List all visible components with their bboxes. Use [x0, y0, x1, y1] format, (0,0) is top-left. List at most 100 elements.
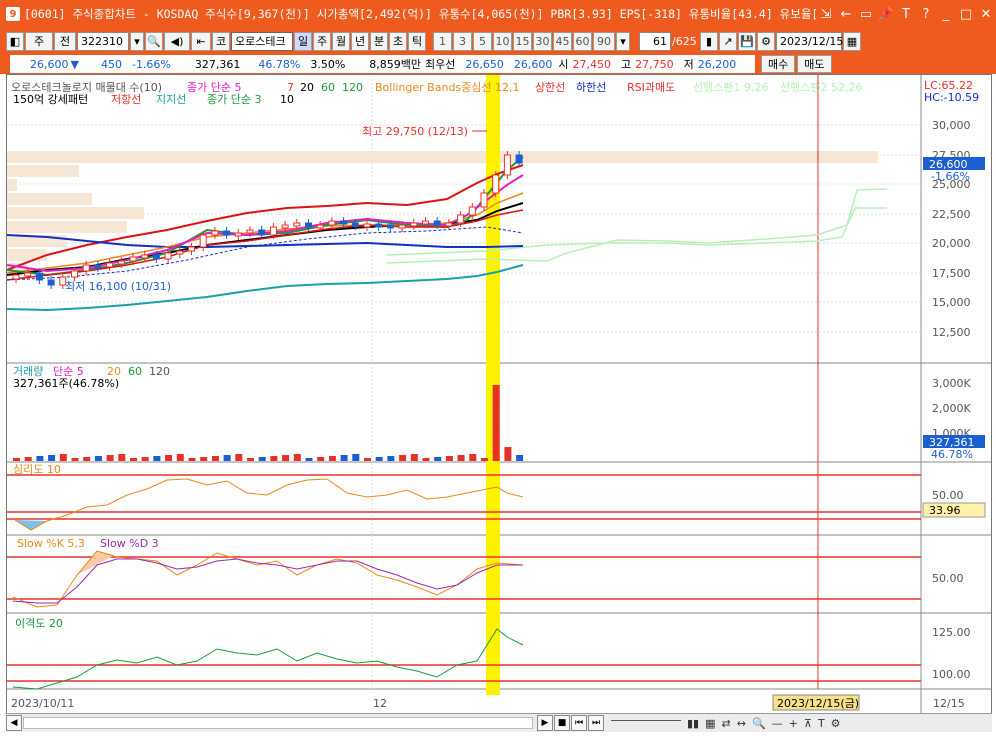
close-icon[interactable]: ✕: [976, 7, 996, 22]
minus-icon[interactable]: —: [772, 717, 783, 730]
volume-bar: [364, 458, 371, 461]
search-icon[interactable]: 🔍: [145, 31, 163, 51]
volume-bar: [375, 457, 383, 461]
volume-bar: [141, 457, 149, 461]
interval-10[interactable]: 10: [493, 31, 512, 51]
vol-tick: 2,000K: [932, 402, 971, 415]
pin-icon[interactable]: 📌: [876, 7, 896, 22]
sell-button[interactable]: 매도: [797, 55, 832, 73]
layout-icon[interactable]: ◧: [6, 31, 24, 51]
volume-value-label: 327,361주(46.78%): [13, 377, 119, 390]
ma120-label: 120: [342, 81, 363, 94]
count-input[interactable]: 61: [639, 31, 671, 51]
candle: [340, 220, 348, 225]
y-tick: 20,000: [932, 237, 971, 250]
candle: [328, 220, 336, 226]
play-back-icon[interactable]: ⏮: [571, 715, 587, 731]
volume-bar: [235, 454, 243, 461]
minimize-icon[interactable]: _: [936, 7, 956, 22]
bb-upper-label: 상한선: [535, 81, 565, 94]
period-week[interactable]: 주: [313, 31, 331, 51]
chart-area[interactable]: 최고 29,750 (12/13) 최저 16,100 (10/31) 오로스테…: [6, 74, 992, 714]
period-second[interactable]: 초: [389, 31, 407, 51]
scroll-right-icon[interactable]: ▶: [537, 715, 553, 731]
toolbar: ◧ 주 전 322310 ▾ 🔍 ◀) ⇤ 코 오로스테크 일 주 월 년 분 …: [0, 28, 996, 54]
open-price: 27,450: [572, 57, 612, 71]
high-annotation: 최고 29,750 (12/13): [362, 125, 468, 138]
interval-1[interactable]: 1: [433, 31, 452, 51]
rsi-label: RSI과매도: [627, 81, 675, 94]
interval-30[interactable]: 30: [533, 31, 552, 51]
help-icon[interactable]: ?: [916, 7, 936, 22]
save-icon[interactable]: 💾: [738, 31, 756, 51]
calendar-icon[interactable]: ▦: [843, 31, 861, 51]
candle: [176, 250, 184, 255]
scope-select[interactable]: 전: [54, 31, 76, 51]
back-icon[interactable]: ←: [836, 7, 856, 22]
period-month[interactable]: 월: [332, 31, 350, 51]
grid-icon[interactable]: ▦: [705, 717, 715, 730]
maximize-icon[interactable]: □: [956, 7, 976, 22]
scroll-track[interactable]: [23, 717, 533, 729]
market-select[interactable]: 주: [25, 31, 53, 51]
play-icon[interactable]: ⏭: [588, 715, 604, 731]
expand-icon[interactable]: ↔: [737, 717, 746, 730]
buy-button[interactable]: 매수: [761, 55, 796, 73]
interval-15[interactable]: 15: [513, 31, 532, 51]
window-icon[interactable]: ▭: [856, 7, 876, 22]
interval-3[interactable]: 3: [453, 31, 472, 51]
sound-icon[interactable]: ◀): [164, 31, 190, 51]
span2-label: 선행스팬2 52,26: [780, 81, 862, 94]
link-icon[interactable]: ⇲: [816, 7, 836, 22]
candle: [24, 272, 32, 277]
pan-icon[interactable]: ⇄: [722, 717, 731, 730]
price-change-pct: -1.66%: [131, 57, 171, 71]
candle: [445, 222, 453, 227]
interval-90[interactable]: 90: [593, 31, 615, 51]
best-ask: 26,650: [465, 57, 504, 71]
interval-45[interactable]: 45: [553, 31, 572, 51]
y-tick: 12,500: [932, 326, 971, 339]
scroll-left-icon[interactable]: ◀: [6, 715, 22, 731]
compare-icon[interactable]: ⊼: [804, 717, 812, 730]
config-icon[interactable]: ⚙: [831, 717, 841, 730]
interval-dropdown-icon[interactable]: ▾: [616, 31, 630, 51]
indicator-icon[interactable]: ▮: [700, 31, 718, 51]
interval-5[interactable]: 5: [473, 31, 492, 51]
y-tick: 15,000: [932, 296, 971, 309]
period-minute[interactable]: 분: [370, 31, 388, 51]
font-icon[interactable]: T: [896, 7, 916, 22]
volume-y-axis: 3,000K 2,000K 1,000K: [932, 377, 971, 440]
period-year[interactable]: 년: [351, 31, 369, 51]
volume-bar: [94, 456, 102, 461]
volume-bar: [247, 458, 254, 461]
best-label: 최우선: [425, 58, 456, 71]
zoom-slider[interactable]: [611, 720, 681, 726]
code-input[interactable]: 322310: [77, 31, 129, 51]
trade-amount: 8,859백만: [369, 58, 422, 71]
bars-icon[interactable]: ▮▮: [687, 717, 699, 730]
x-label-start: 2023/10/11: [11, 697, 74, 710]
zoom-icon[interactable]: 🔍: [752, 717, 766, 730]
date-input[interactable]: 2023/12/15: [776, 31, 843, 51]
code-dropdown-icon[interactable]: ▾: [130, 31, 144, 51]
prev-stock-icon[interactable]: ⇤: [191, 31, 211, 51]
candle: [503, 154, 511, 176]
candle: [141, 254, 149, 259]
price-y-axis: 30,000 27,500 25,000 22,500 20,000 17,50…: [932, 119, 971, 339]
disparity-y-axis: 125.00 100.00: [932, 626, 971, 681]
stop-icon[interactable]: ■: [554, 715, 570, 731]
plus-icon[interactable]: +: [789, 717, 798, 730]
period-day[interactable]: 일: [294, 31, 312, 51]
high-price: 27,750: [635, 57, 674, 71]
candle: [199, 234, 207, 248]
text-icon[interactable]: T: [818, 717, 825, 730]
candle: [305, 222, 312, 228]
settings-icon[interactable]: ⚙: [757, 31, 775, 51]
draw-icon[interactable]: ↗: [719, 31, 737, 51]
volume-bar: [516, 455, 524, 461]
app-icon: 9: [6, 7, 20, 21]
candle: [246, 229, 254, 234]
interval-60[interactable]: 60: [573, 31, 592, 51]
period-tick[interactable]: 틱: [408, 31, 426, 51]
